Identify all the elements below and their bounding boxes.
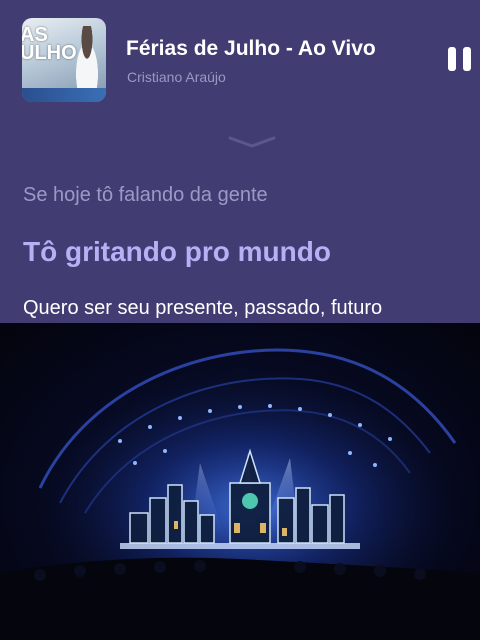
lyric-line-previous: Se hoje tô falando da gente — [23, 184, 268, 206]
album-art-text: ULHO — [22, 42, 77, 64]
chevron-down-icon[interactable] — [226, 132, 278, 152]
pause-button[interactable] — [446, 44, 476, 76]
artist-name[interactable]: Cristiano Araújo — [127, 69, 226, 85]
lyrics-panel: AS ULHO Férias de Julho - Ao Vivo Cristi… — [0, 0, 480, 323]
pause-icon — [463, 47, 471, 71]
lyric-line-next: Quero ser seu presente, passado, futuro — [23, 297, 383, 319]
concert-stage-scene — [0, 343, 480, 640]
lyric-line-current: Tô gritando pro mundo — [23, 236, 331, 267]
song-title: Férias de Julho - Ao Vivo — [126, 37, 376, 60]
album-art[interactable]: AS ULHO — [22, 18, 106, 102]
pause-icon — [448, 47, 456, 71]
album-art-band — [22, 88, 106, 102]
concert-video[interactable] — [0, 323, 480, 640]
